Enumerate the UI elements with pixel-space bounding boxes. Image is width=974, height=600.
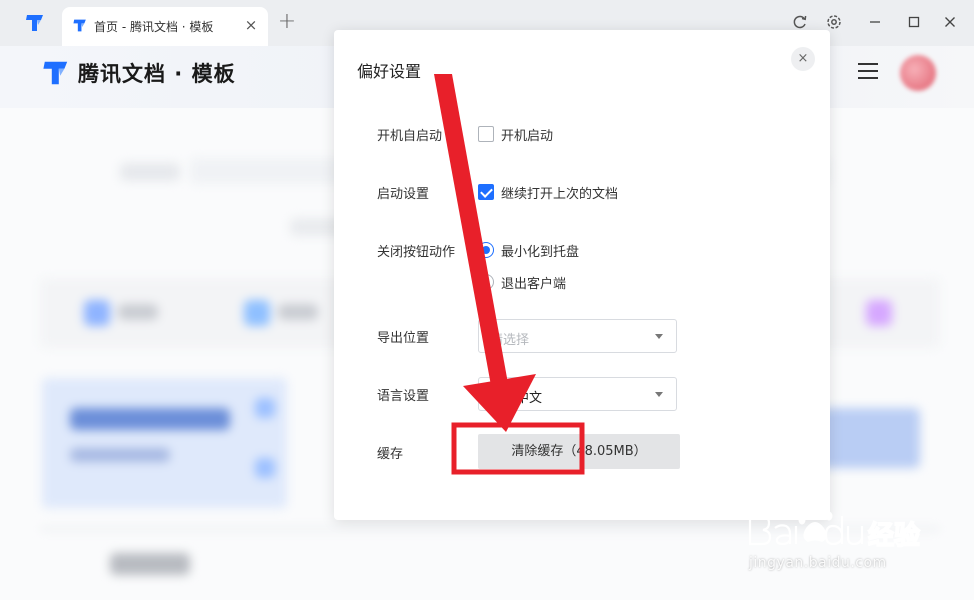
language-select[interactable]: 简体中文 <box>478 377 677 411</box>
tab-home[interactable]: 首页 - 腾讯文档 · 模板 × <box>62 7 268 46</box>
avatar[interactable] <box>900 55 936 91</box>
brand-name: 腾讯文档 · 模板 <box>78 62 236 86</box>
tencent-docs-logo-icon[interactable] <box>24 13 46 33</box>
startup-label: 开机自启动 <box>377 129 443 144</box>
cache-label: 缓存 <box>377 447 404 462</box>
dialog-close-icon[interactable]: × <box>791 47 815 71</box>
watermark-url: jingyan.baidu.com <box>749 555 887 571</box>
exit-client-label[interactable]: 退出客户端 <box>501 273 566 292</box>
language-value: 简体中文 <box>490 391 543 406</box>
launch-option-label[interactable]: 继续打开上次的文档 <box>501 183 618 202</box>
language-label: 语言设置 <box>377 389 430 404</box>
settings-icon[interactable] <box>825 13 843 31</box>
maximize-icon[interactable] <box>905 13 923 31</box>
new-tab-button[interactable]: + <box>277 11 297 33</box>
close-action-label: 关闭按钮动作 <box>377 245 456 260</box>
close-window-icon[interactable] <box>941 13 959 31</box>
caret-down-icon <box>655 334 663 339</box>
clear-cache-button[interactable]: 清除缓存（48.05MB） <box>478 434 680 469</box>
caret-down-icon <box>655 392 663 397</box>
startup-option-label[interactable]: 开机启动 <box>501 125 553 144</box>
startup-checkbox[interactable] <box>478 126 494 142</box>
exit-client-radio[interactable] <box>478 274 494 290</box>
tencent-docs-tab-icon <box>73 19 86 32</box>
export-label: 导出位置 <box>377 331 430 346</box>
minimize-to-tray-label[interactable]: 最小化到托盘 <box>501 241 579 260</box>
brand[interactable]: 腾讯文档 · 模板 <box>40 58 236 88</box>
minimize-to-tray-radio[interactable] <box>478 242 494 258</box>
refresh-icon[interactable] <box>791 13 809 31</box>
preferences-dialog: 偏好设置 × 开机自启动 开机启动 启动设置 继续打开上次的文档 关闭按钮动作 … <box>334 30 830 520</box>
launch-label: 启动设置 <box>377 187 430 202</box>
dialog-title: 偏好设置 <box>357 62 422 81</box>
export-location-placeholder: 请选择 <box>490 333 530 348</box>
launch-checkbox[interactable] <box>478 184 494 200</box>
brand-logo-icon <box>43 61 68 85</box>
minimize-icon[interactable] <box>866 13 884 31</box>
hamburger-menu-icon[interactable] <box>858 63 878 81</box>
export-location-select[interactable]: 请选择 <box>478 319 677 353</box>
tab-title: 首页 - 腾讯文档 · 模板 <box>94 20 214 34</box>
svg-text:经验: 经验 <box>868 520 920 551</box>
tab-close-icon[interactable]: × <box>243 17 259 33</box>
